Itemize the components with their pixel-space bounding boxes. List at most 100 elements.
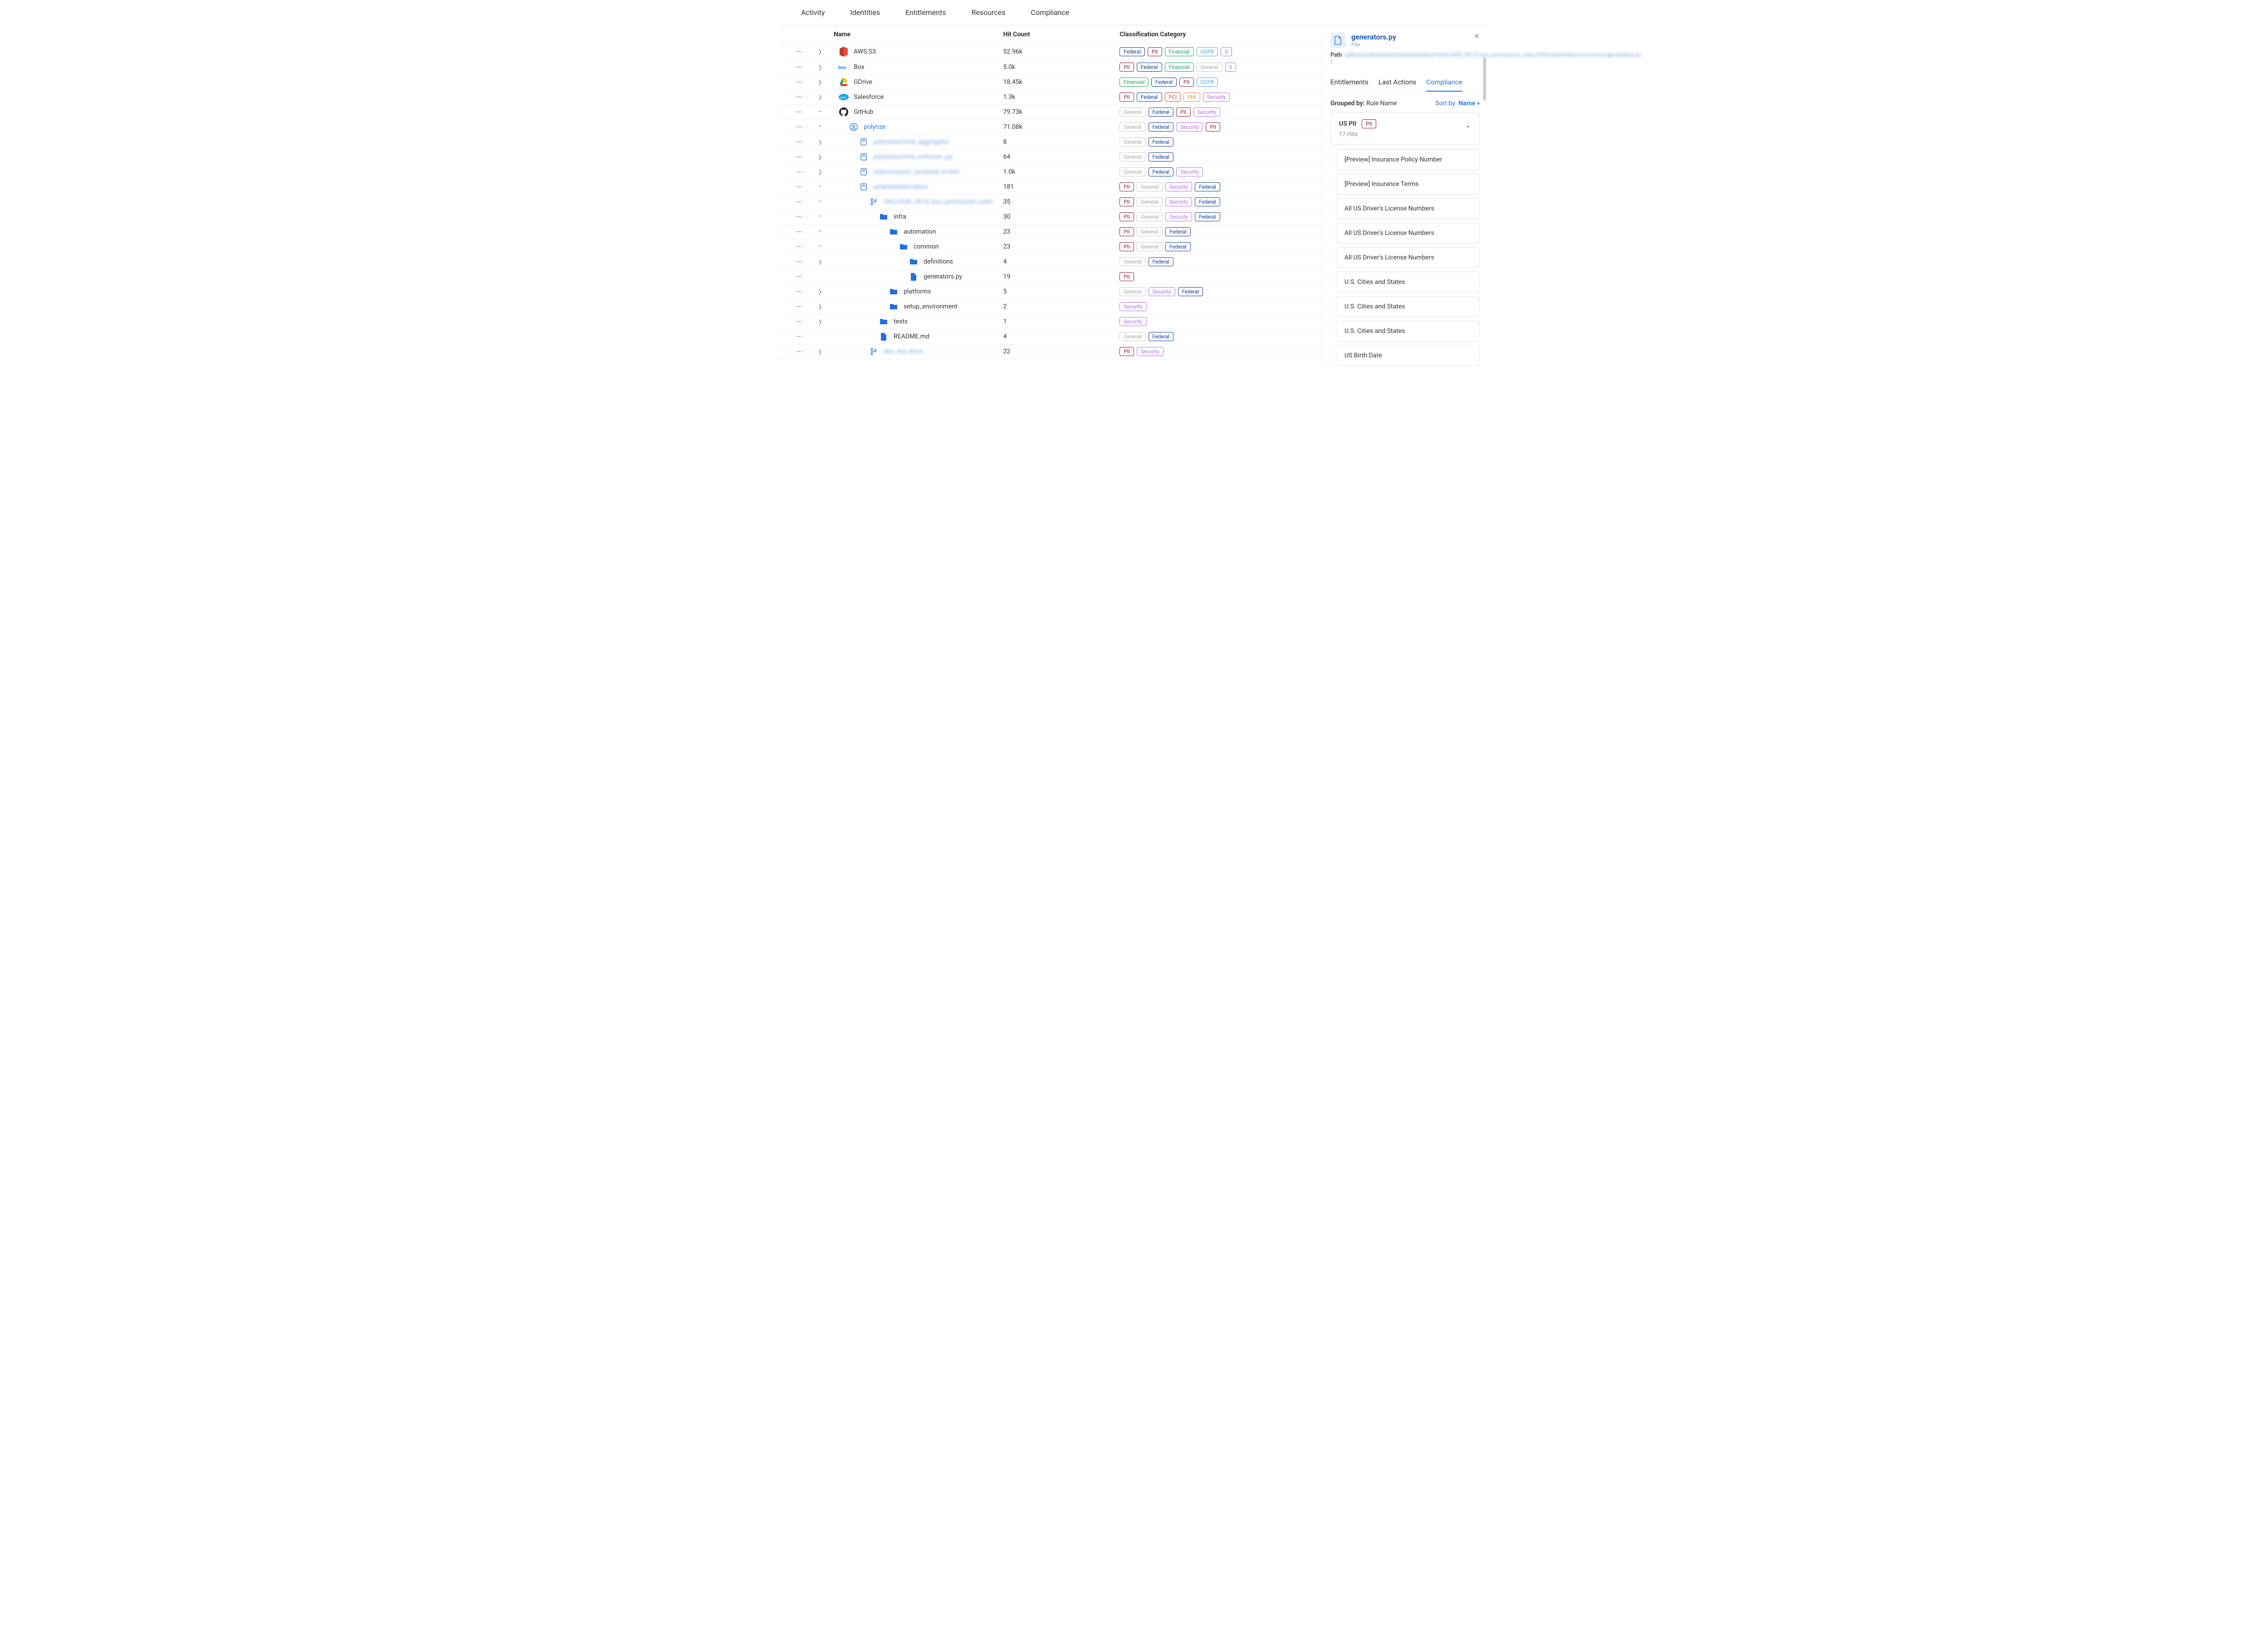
row-actions-icon[interactable]: ⋯ [796, 333, 802, 340]
table-row[interactable]: ⋯setup_environment2Security [779, 299, 1321, 314]
row-label: infra [894, 213, 906, 220]
row-actions-icon[interactable]: ⋯ [796, 198, 802, 205]
table-row[interactable]: ⋯infra30PIIGeneralSecurityFederal [779, 210, 1321, 225]
chevron-down-icon[interactable] [817, 123, 823, 131]
chevron-down-icon[interactable] [817, 213, 823, 220]
chevron-down-icon[interactable] [817, 183, 823, 190]
table-row[interactable]: ⋯platforms5GeneralSecurityFederal [779, 284, 1321, 299]
path-value: /github/polyrize/polyrizeautomation/SACL… [1344, 52, 1641, 65]
tag-general: General [1119, 137, 1145, 147]
row-actions-icon[interactable]: ⋯ [796, 63, 802, 71]
sort-by-control[interactable]: Sort by: Name ▾ [1435, 100, 1480, 107]
compliance-item[interactable]: US Birth Date [1336, 345, 1480, 366]
hit-count: 2 [1003, 303, 1120, 310]
compliance-group[interactable]: US PII PII 17 Hits ⌃ [1330, 112, 1480, 145]
table-row[interactable]: ⋯boxBox5.0kPIIFederalFinancialGeneralS [779, 60, 1321, 75]
compliance-item[interactable]: [Preview] Insurance Policy Number [1336, 149, 1480, 170]
chevron-down-icon[interactable] [817, 243, 823, 250]
row-label: common [914, 243, 939, 250]
col-header-cat: Classification Category [1119, 31, 1321, 38]
tag-federal: Federal [1119, 47, 1145, 56]
panel-tab-compliance[interactable]: Compliance [1426, 73, 1462, 92]
row-actions-icon[interactable]: ⋯ [796, 93, 802, 101]
nav-tab-activity[interactable]: Activity [788, 0, 837, 25]
row-actions-icon[interactable]: ⋯ [796, 303, 802, 310]
row-actions-icon[interactable]: ⋯ [796, 213, 802, 220]
row-actions-icon[interactable]: ⋯ [796, 243, 802, 250]
nav-tab-entitlements[interactable]: Entitlements [893, 0, 959, 25]
row-actions-icon[interactable]: ⋯ [796, 348, 802, 355]
chevron-right-icon[interactable] [818, 348, 822, 355]
table-row[interactable]: ⋯automation23PIIGeneralFederal [779, 225, 1321, 239]
table-row[interactable]: ⋯polyrizeautomation181PIIGeneralSecurity… [779, 180, 1321, 195]
hit-count: 71.08k [1003, 123, 1120, 131]
row-actions-icon[interactable]: ⋯ [796, 258, 802, 265]
tag-security: Security [1193, 107, 1220, 117]
row-actions-icon[interactable]: ⋯ [796, 153, 802, 161]
row-actions-icon[interactable]: ⋯ [796, 183, 802, 190]
tag-pii: PII [1119, 227, 1134, 236]
chevron-right-icon[interactable] [818, 318, 822, 325]
nav-tab-compliance[interactable]: Compliance [1018, 0, 1082, 25]
row-actions-icon[interactable]: ⋯ [796, 78, 802, 86]
chevron-right-icon[interactable] [818, 48, 822, 55]
chevron-right-icon[interactable] [818, 153, 822, 161]
row-actions-icon[interactable]: ⋯ [796, 123, 802, 131]
row-actions-icon[interactable]: ⋯ [796, 168, 802, 176]
table-row[interactable]: ⋯common23PIIGeneralFederal [779, 239, 1321, 254]
table-row[interactable]: ⋯GitHub79.73kGeneralFederalPIISecurity [779, 105, 1321, 120]
nav-tab-resources[interactable]: Resources [959, 0, 1018, 25]
table-row[interactable]: ⋯generators.py19PII [779, 269, 1321, 284]
row-actions-icon[interactable]: ⋯ [796, 228, 802, 235]
tag-general: General [1137, 212, 1163, 221]
table-row[interactable]: ⋯README.md4GeneralFederal [779, 329, 1321, 344]
chevron-right-icon[interactable] [818, 258, 822, 265]
row-actions-icon[interactable]: ⋯ [796, 288, 802, 295]
row-actions-icon[interactable]: ⋯ [796, 108, 802, 116]
table-row[interactable]: ⋯salesSalesforce1.3kPIIFederalPCIPHISecu… [779, 90, 1321, 105]
classification-tags: GeneralFederalPIISecurity [1119, 107, 1321, 117]
table-row[interactable]: ⋯AWS S352.96kFederalPIIFinancialGDPRS [779, 44, 1321, 60]
row-actions-icon[interactable]: ⋯ [796, 138, 802, 146]
table-row[interactable]: ⋯GDrive18.45kFinancialFederalPIIGDPR [779, 75, 1321, 90]
chevron-down-icon[interactable] [817, 108, 823, 116]
chevron-right-icon[interactable] [818, 138, 822, 146]
table-row[interactable]: ⋯polyrizeactivity_enforcer_ag64GeneralFe… [779, 150, 1321, 165]
table-row[interactable]: ⋯doc_the_docs22PIISecurity [779, 344, 1321, 359]
chevron-right-icon[interactable] [818, 168, 822, 176]
panel-tab-last-actions[interactable]: Last Actions [1378, 73, 1416, 91]
chevron-right-icon[interactable] [818, 93, 822, 101]
classification-tags: GeneralFederal [1119, 332, 1321, 341]
table-row[interactable]: ⋯SACLOUD_3014_box_permission_rules35PIIG… [779, 195, 1321, 210]
panel-tab-entitlements[interactable]: Entitlements [1330, 73, 1369, 91]
compliance-item[interactable]: U.S. Cities and States [1336, 321, 1480, 342]
tag-general: General [1137, 197, 1163, 206]
tag-federal: Federal [1149, 257, 1174, 266]
tag-general: General [1119, 287, 1145, 296]
compliance-item[interactable]: [Preview] Insurance Terms [1336, 174, 1480, 195]
table-row[interactable]: ⋯polyrizeasync_backend_broker1.0kGeneral… [779, 165, 1321, 180]
chevron-right-icon[interactable] [818, 303, 822, 310]
chevron-right-icon[interactable] [818, 63, 822, 71]
compliance-item[interactable]: All US Driver's License Numbers [1336, 247, 1480, 268]
table-row[interactable]: ⋯definitions4GeneralFederal [779, 254, 1321, 269]
row-label: GitHub [854, 108, 873, 116]
close-icon[interactable]: ✕ [1474, 32, 1480, 40]
table-row[interactable]: ⋯polyrizeactivity_aggregator8GeneralFede… [779, 135, 1321, 150]
compliance-item[interactable]: U.S. Cities and States [1336, 296, 1480, 317]
chevron-down-icon[interactable] [817, 228, 823, 235]
row-actions-icon[interactable]: ⋯ [796, 48, 802, 55]
row-label: polyrizeactivity_aggregator [874, 138, 949, 146]
svg-text:sales: sales [840, 96, 846, 99]
compliance-item[interactable]: All US Driver's License Numbers [1336, 198, 1480, 219]
table-row[interactable]: ⋯tests1Security [779, 314, 1321, 329]
compliance-item[interactable]: U.S. Cities and States [1336, 272, 1480, 293]
table-row[interactable]: ⋯polyrize71.08kGeneralFederalSecurityPII [779, 120, 1321, 135]
row-actions-icon[interactable]: ⋯ [796, 273, 802, 280]
chevron-down-icon[interactable] [817, 198, 823, 205]
nav-tab-identities[interactable]: Identities [837, 0, 893, 25]
compliance-item[interactable]: All US Driver's License Numbers [1336, 223, 1480, 244]
chevron-right-icon[interactable] [818, 78, 822, 86]
chevron-right-icon[interactable] [818, 288, 822, 295]
row-actions-icon[interactable]: ⋯ [796, 318, 802, 325]
